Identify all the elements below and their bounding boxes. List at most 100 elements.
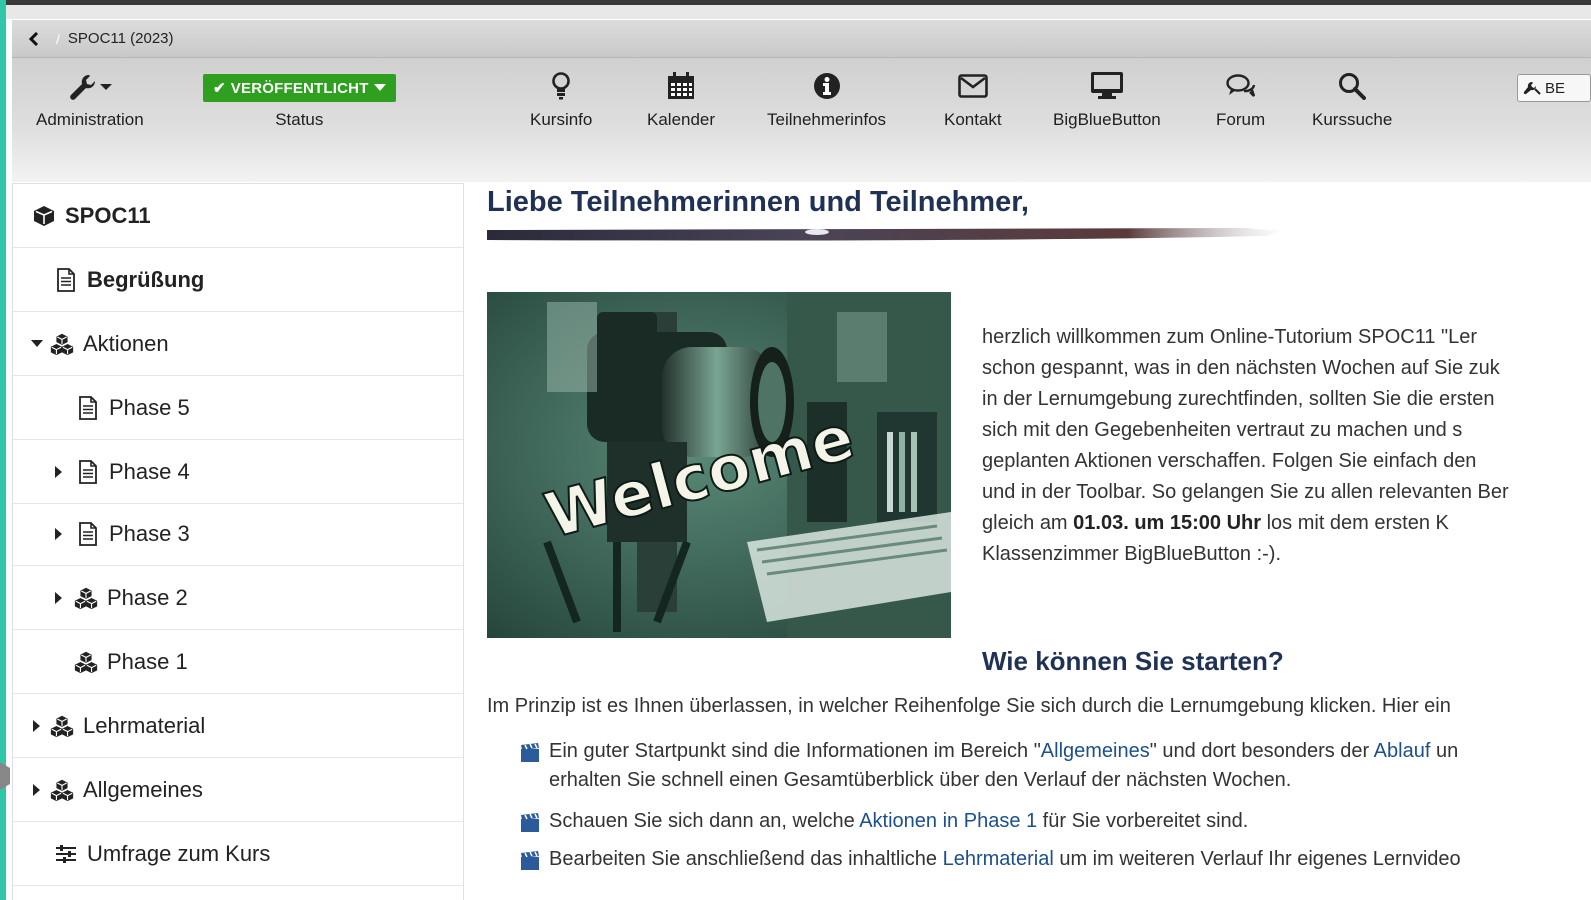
clapperboard-icon	[521, 743, 539, 762]
forum-label: Forum	[1216, 110, 1266, 129]
caret-right-icon[interactable]	[53, 591, 65, 604]
breadcrumb: / SPOC11 (2023)	[12, 20, 1591, 58]
nav-item-phase-4[interactable]: Phase 4	[13, 440, 463, 504]
kurssuche-label: Kurssuche	[1312, 110, 1393, 129]
wrench-small-icon	[1523, 81, 1541, 95]
nav-item-label: SPOC11	[65, 202, 151, 228]
administration-menu[interactable]: Administration	[36, 70, 144, 130]
intro-line: herzlich willkommen zum Online-Tutorium …	[982, 326, 1478, 348]
link-ablauf[interactable]: Ablauf	[1374, 740, 1431, 762]
cubes-icon	[73, 650, 99, 674]
nav-item-label: Aktionen	[83, 330, 169, 356]
kursinfo-button[interactable]: Kursinfo	[530, 70, 592, 130]
clapperboard-icon	[521, 813, 539, 832]
cubes-icon	[49, 778, 75, 802]
back-button[interactable]	[12, 20, 56, 58]
edit-mode-button[interactable]: BE	[1517, 74, 1591, 102]
list-item: Bearbeiten Sie anschließend das inhaltli…	[520, 848, 1591, 874]
cubes-icon	[49, 332, 75, 356]
list-text: Bearbeiten Sie anschließend das inhaltli…	[549, 848, 943, 870]
list-item: Ein guter Startpunkt sind die Informatio…	[520, 740, 1591, 795]
forum-button[interactable]: Forum	[1216, 70, 1265, 130]
list-item: Schauen Sie sich dann an, welche Aktione…	[520, 810, 1591, 836]
nav-item-lehrmaterial[interactable]: Lehrmaterial	[13, 694, 463, 758]
intro-line: und in der Toolbar. So gelangen Sie zu a…	[982, 481, 1509, 503]
cube-icon	[31, 204, 57, 228]
welcome-image: Welcome	[487, 292, 951, 638]
nav-item-phase-3[interactable]: Phase 3	[13, 502, 463, 566]
intro-line: schon gespannt, was in den nächsten Woch…	[982, 357, 1500, 379]
nav-item-label: Phase 5	[109, 394, 190, 420]
document-icon	[75, 395, 101, 420]
link-allgemeines[interactable]: Allgemeines	[1041, 740, 1150, 762]
status-badge-label: VERÖFFENTLICHT	[230, 79, 369, 97]
nav-item-aktionen[interactable]: Aktionen	[13, 312, 463, 376]
search-icon	[1339, 73, 1367, 100]
nav-item-phase-2[interactable]: Phase 2	[13, 566, 463, 630]
survey-icon	[53, 842, 79, 866]
breadcrumb-separator: /	[56, 30, 60, 47]
check-icon: ✔	[213, 80, 226, 97]
list-text: un	[1430, 740, 1459, 762]
status-menu[interactable]: ✔ VERÖFFENTLICHT Status	[203, 74, 396, 130]
comments-icon	[1225, 74, 1255, 97]
caret-right-icon[interactable]	[31, 783, 43, 796]
instructions-paragraph: Im Prinzip ist es Ihnen überlassen, in w…	[487, 695, 1451, 717]
nav-item-spoc11[interactable]: SPOC11	[13, 184, 463, 248]
kalender-label: Kalender	[647, 110, 716, 129]
cubes-icon	[73, 586, 99, 610]
cubes-icon	[49, 714, 75, 738]
chevron-left-icon	[28, 31, 39, 46]
page-title: Liebe Teilnehmerinnen und Teilnehmer,	[487, 186, 1029, 218]
nav-item-umfrage[interactable]: Umfrage zum Kurs	[13, 822, 463, 886]
breadcrumb-course[interactable]: SPOC11 (2023)	[68, 30, 174, 47]
intro-paragraph: herzlich willkommen zum Online-Tutorium …	[982, 322, 1591, 570]
status-label: Status	[275, 110, 324, 129]
intro-line: sich mit den Gegebenheiten vertraut zu m…	[982, 419, 1463, 441]
caret-right-icon[interactable]	[53, 465, 65, 478]
course-toolbar: Administration ✔ VERÖFFENTLICHT Status K…	[12, 58, 1591, 182]
intro-line: in der Lernumgebung zurechtfinden, sollt…	[982, 388, 1495, 410]
intro-date-prefix: gleich am	[982, 512, 1074, 534]
status-badge[interactable]: ✔ VERÖFFENTLICHT	[203, 74, 396, 102]
nav-item-label: Phase 4	[109, 458, 190, 484]
decorative-brush-stroke	[487, 228, 1287, 241]
nav-item-phase-1[interactable]: Phase 1	[13, 630, 463, 694]
teilnehmerinfos-button[interactable]: Teilnehmerinfos	[767, 70, 886, 130]
nav-item-allgemeines[interactable]: Allgemeines	[13, 758, 463, 822]
caret-right-icon[interactable]	[31, 719, 43, 732]
caret-down-icon	[373, 84, 386, 91]
caret-right-icon[interactable]	[53, 527, 65, 540]
lightbulb-icon	[552, 72, 570, 100]
nav-item-label: Begrüßung	[87, 266, 205, 292]
kontakt-button[interactable]: Kontakt	[944, 70, 1002, 130]
section-heading: Wie können Sie starten?	[982, 646, 1284, 676]
list-text: um im weiteren Verlauf Ihr eigenes Lernv…	[1053, 848, 1461, 870]
kurssuche-button[interactable]: Kurssuche	[1312, 70, 1392, 130]
window-top-strip	[6, 5, 1591, 19]
nav-item-label: Phase 3	[109, 520, 190, 546]
nav-item-label: Phase 2	[107, 584, 188, 610]
document-icon	[75, 459, 101, 484]
caret-down-icon[interactable]	[31, 339, 43, 348]
list-text: " und dort besonders der	[1149, 740, 1374, 762]
intro-line-date: gleich am 01.03. um 15:00 Uhr los mit de…	[982, 508, 1591, 539]
intro-line: Klassenzimmer BigBlueButton :-).	[982, 543, 1282, 565]
calendar-icon	[668, 72, 695, 99]
intro-date: 01.03. um 15:00 Uhr	[1073, 512, 1262, 534]
nav-item-begruessung[interactable]: Begrüßung	[13, 248, 463, 312]
edit-mode-label: BE	[1545, 79, 1566, 97]
link-aktionen-phase-1[interactable]: Aktionen in Phase 1	[859, 810, 1037, 832]
kalender-button[interactable]: Kalender	[647, 70, 715, 130]
nav-item-label: Umfrage zum Kurs	[87, 840, 271, 866]
link-lehrmaterial[interactable]: Lehrmaterial	[943, 848, 1054, 870]
info-icon	[813, 73, 840, 99]
teilnehmerinfos-label: Teilnehmerinfos	[767, 110, 887, 129]
clapperboard-icon	[521, 851, 539, 870]
administration-label: Administration	[36, 110, 144, 129]
bigbluebutton-button[interactable]: BigBlueButton	[1053, 70, 1161, 130]
document-icon	[75, 521, 101, 546]
list-text: Ein guter Startpunkt sind die Informatio…	[549, 740, 1041, 762]
nav-item-label: Phase 1	[107, 648, 188, 674]
nav-item-phase-5[interactable]: Phase 5	[13, 376, 463, 440]
